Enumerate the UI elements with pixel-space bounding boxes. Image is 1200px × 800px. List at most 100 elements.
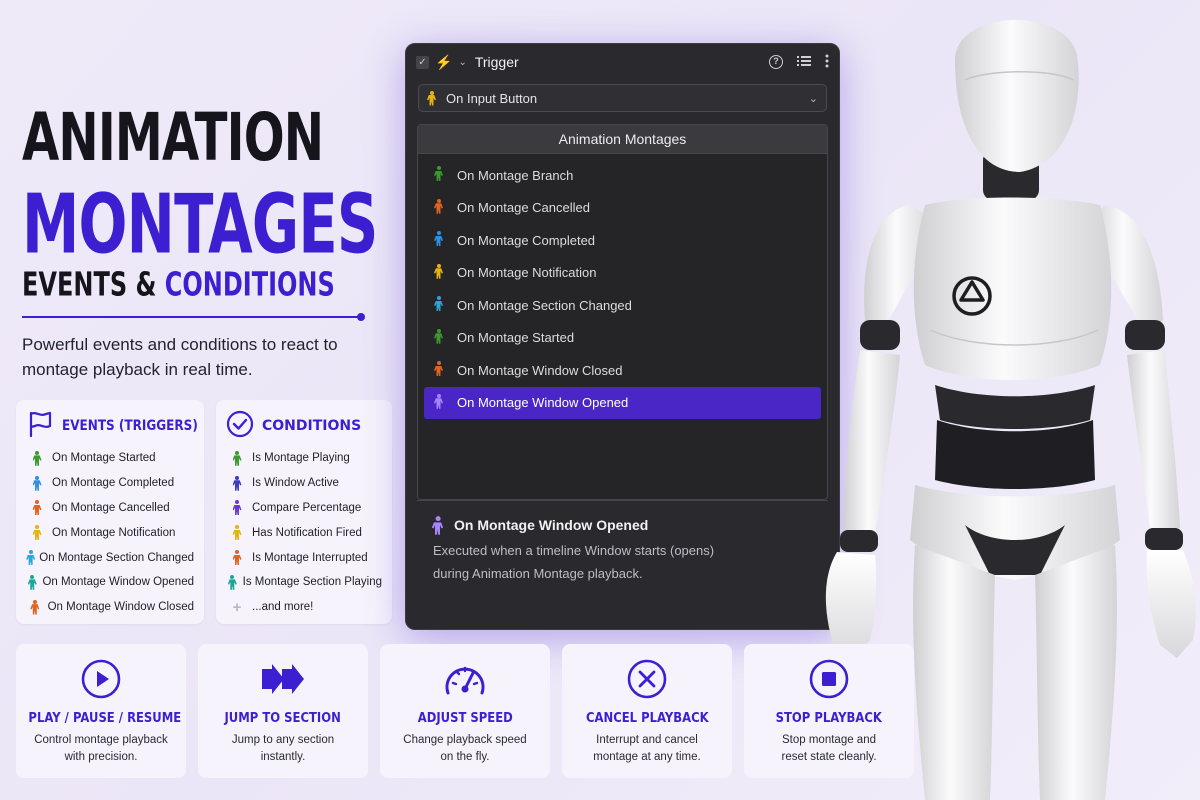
montage-list-box: Animation Montages On Montage Branch On M… [417,124,828,500]
event-item: On Montage Window Opened [26,570,194,595]
chevron-down-icon[interactable]: ⌄ [458,57,466,68]
montage-event-item[interactable]: On Montage Started [424,322,821,355]
person-icon [233,525,242,540]
event-item: On Montage Window Closed [26,595,194,620]
montage-event-item[interactable]: On Montage Window Closed [424,354,821,387]
conditions-card: CONDITIONS Is Montage Playing Is Window A… [216,400,392,624]
person-icon [28,574,37,590]
action-desc-line-2: reset state cleanly. [781,751,877,763]
person-icon [432,515,443,535]
person-icon-wrap [26,475,48,491]
montage-event-item-label: On Montage Window Closed [457,362,623,378]
events-heading: EVENTS (TRIGGERS) [26,410,198,442]
cancel-circle-icon [562,658,732,700]
check-circle-icon [226,410,254,443]
event-item-label: On Montage Notification [52,526,176,539]
action-cards: PLAY / PAUSE / RESUME Control montage pl… [16,644,914,778]
person-icon [434,296,443,311]
event-item-label: On Montage Section Changed [39,551,194,564]
person-icon [233,475,242,491]
speedometer-icon [380,658,550,700]
list-icon[interactable] [797,55,811,70]
enable-checkbox[interactable]: ✓ [416,55,429,69]
action-card-stop: STOP PLAYBACK Stop montage and reset sta… [744,644,914,778]
montage-event-item-label: On Montage Cancelled [457,200,590,216]
action-description: Interrupt and cancel montage at any time… [562,732,732,766]
montage-event-item[interactable]: On Montage Cancelled [424,192,821,225]
conditions-list: Is Montage Playing Is Window Active Compar… [226,446,382,595]
event-detail: On Montage Window Opened Executed when a… [417,500,828,614]
montage-event-item[interactable]: On Montage Completed [424,224,821,257]
panel-title: Trigger [474,54,519,70]
action-desc-line-1: Interrupt and cancel [596,734,698,746]
event-item: On Montage Section Changed [26,545,194,570]
person-icon-wrap [226,500,248,515]
action-desc-line-2: montage at any time. [593,751,701,763]
action-card-play: PLAY / PAUSE / RESUME Control montage pl… [16,644,186,778]
montage-event-item[interactable]: On Montage Window Opened [424,386,821,419]
event-item-label: On Montage Window Opened [42,576,194,589]
person-icon-wrap [434,393,443,412]
action-desc-line-2: on the fly. [440,751,490,763]
conditions-heading-label: CONDITIONS [262,418,362,434]
condition-item: Is Montage Interrupted [226,545,382,570]
person-icon-wrap [434,296,443,314]
montage-event-item-label: On Montage Branch [457,167,574,183]
montage-event-item-label: On Montage Completed [457,232,596,248]
play-icon [16,658,186,700]
montage-event-item[interactable]: On Montage Notification [424,257,821,290]
person-icon-wrap [26,550,35,565]
person-icon-wrap [434,361,443,379]
action-name: ADJUST SPEED [417,710,513,726]
person-icon [33,475,42,491]
action-description: Jump to any section instantly. [198,732,368,766]
person-icon-wrap [434,263,443,282]
montage-event-item-label: On Montage Window Opened [457,395,629,411]
person-icon [26,550,35,565]
person-icon-wrap [26,525,48,540]
condition-item: Is Montage Playing [226,446,382,471]
condition-item: Is Montage Section Playing [226,570,382,595]
detail-description: Executed when a timeline Window starts (… [433,539,812,585]
dropdown-value: On Input Button [446,90,538,106]
person-icon [233,550,242,565]
divider [22,313,365,321]
montage-event-item-label: On Montage Notification [457,265,597,281]
conditions-more-label: ...and more! [252,601,314,614]
person-icon [434,231,443,246]
event-item: On Montage Notification [26,520,194,545]
event-item: On Montage Completed [26,471,194,496]
title-line-1: ANIMATION [22,100,324,177]
trigger-panel: ✓ ⚡ ⌄ Trigger ? On Input Button ⌄ Animat… [405,43,840,630]
person-icon-wrap [226,475,248,491]
help-icon[interactable]: ? [769,55,783,69]
person-icon [33,450,42,466]
action-name: JUMP TO SECTION [224,710,342,726]
person-icon [33,500,42,515]
person-icon [434,328,443,344]
person-icon-wrap [434,328,443,347]
montage-event-item[interactable]: On Montage Section Changed [424,289,821,322]
action-name: CANCEL PLAYBACK [585,710,709,726]
person-icon-wrap [226,550,248,565]
person-icon [228,574,237,590]
action-name: PLAY / PAUSE / RESUME [28,710,182,726]
events-heading-label: EVENTS (TRIGGERS) [62,418,198,434]
condition-item-label: Is Montage Interrupted [252,551,368,564]
person-icon [434,198,443,214]
person-icon [30,599,39,615]
montage-event-item-label: On Montage Started [457,330,575,346]
detail-title: On Montage Window Opened [454,517,649,533]
condition-item: Has Notification Fired [226,520,382,545]
person-icon [33,525,42,540]
montage-event-item[interactable]: On Montage Branch [424,159,821,192]
person-icon [434,361,443,376]
person-icon-wrap [226,574,239,590]
conditions-more: + ...and more! [226,595,382,620]
trigger-type-dropdown[interactable]: On Input Button ⌄ [418,84,827,112]
condition-item-label: Has Notification Fired [252,526,362,539]
action-card-jump: JUMP TO SECTION Jump to any section inst… [198,644,368,778]
person-icon-wrap [226,525,248,540]
event-item: On Montage Cancelled [26,496,194,521]
action-description: Control montage playback with precision. [16,732,186,766]
